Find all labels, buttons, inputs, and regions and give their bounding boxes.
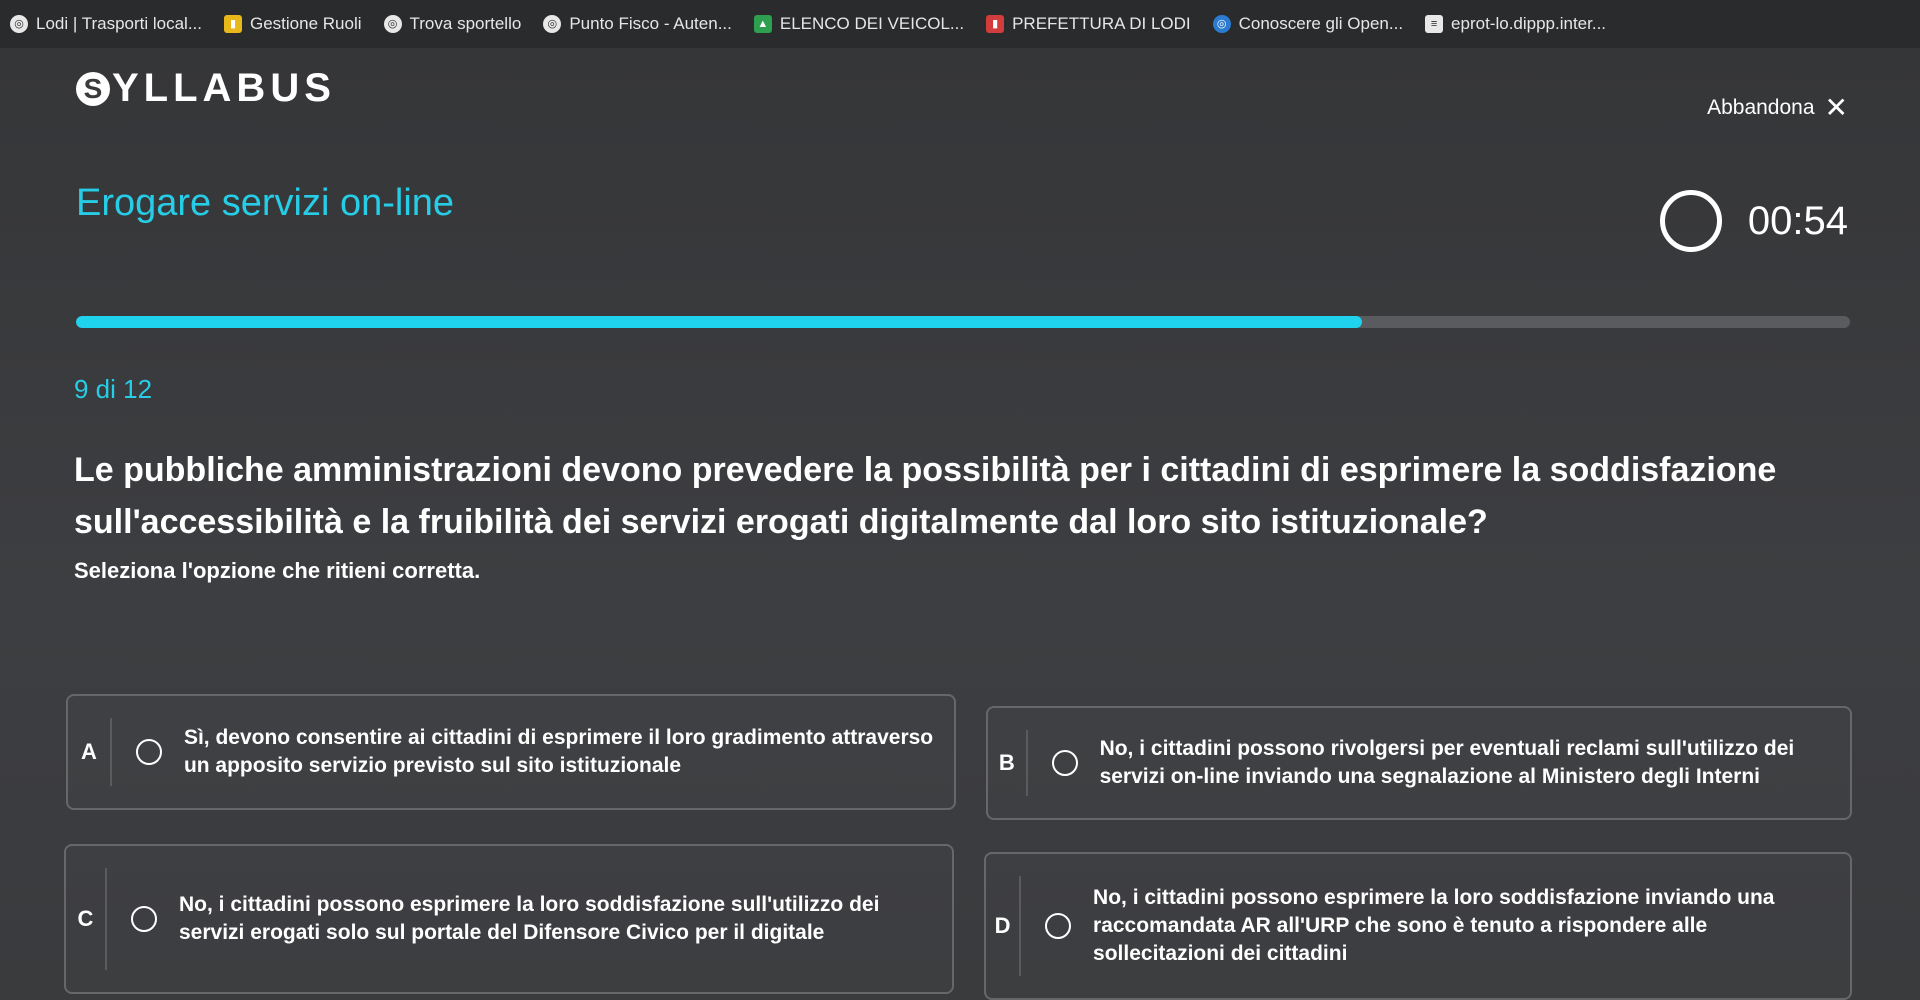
logo-initial: S <box>76 72 110 106</box>
logo-text: YLLABUS <box>112 66 336 110</box>
bookmark-label: PREFETTURA DI LODI <box>1012 14 1191 33</box>
bookmark-label: Punto Fisco - Auten... <box>569 14 732 33</box>
bookmark-conoscere-open[interactable]: ◎ Conoscere gli Open... <box>1212 14 1404 34</box>
bookmark-icon: ▮ <box>224 15 242 33</box>
quiz-app: S YLLABUS Abbandona ✕ Erogare servizi on-… <box>0 48 1920 1000</box>
radio-icon[interactable] <box>131 906 157 932</box>
syllabus-logo: S YLLABUS <box>76 66 336 111</box>
option-text: No, i cittadini possono esprimere la lor… <box>1093 886 1775 965</box>
abandon-button[interactable]: Abbandona ✕ <box>1707 92 1848 123</box>
vehicle-icon: ▲ <box>753 15 772 33</box>
option-letter: B <box>988 730 1028 796</box>
bookmark-gestione-ruoli[interactable]: ▮ Gestione Ruoli <box>224 14 362 34</box>
globe-icon: ◎ <box>1212 15 1231 33</box>
timer-value: 00:54 <box>1747 198 1848 243</box>
document-icon: ≡ <box>1425 15 1444 33</box>
bookmark-label: Gestione Ruoli <box>250 14 362 33</box>
option-c[interactable]: C No, i cittadini possono esprimere la l… <box>64 844 954 994</box>
bookmark-prefettura[interactable]: ▮ PREFETTURA DI LODI <box>986 14 1191 34</box>
progress-fill <box>76 316 1363 328</box>
abandon-label: Abbandona <box>1707 96 1815 119</box>
progress-bar <box>76 316 1850 328</box>
bookmark-trova-sportello[interactable]: ◎ Trova sportello <box>383 14 522 34</box>
radio-icon[interactable] <box>135 739 162 765</box>
globe-icon: ◎ <box>383 15 402 33</box>
globe-icon: ◎ <box>543 15 562 33</box>
option-letter: D <box>986 876 1022 976</box>
option-letter: A <box>68 718 112 786</box>
option-text: No, i cittadini possono esprimere la lor… <box>179 893 880 944</box>
option-letter: C <box>66 868 107 970</box>
question-text: Le pubbliche amministrazioni devono prev… <box>74 451 1777 541</box>
close-icon: ✕ <box>1824 92 1848 123</box>
option-d[interactable]: D No, i cittadini possono esprimere la l… <box>984 852 1852 1000</box>
question-instruction: Seleziona l'opzione che ritieni corretta… <box>74 558 481 583</box>
course-title: Erogare servizi on-line <box>76 182 455 224</box>
radio-icon[interactable] <box>1051 750 1078 776</box>
bookmark-elenco-veicoli[interactable]: ▲ ELENCO DEI VEICOL... <box>753 14 965 34</box>
bookmark-label: Lodi | Trasporti local... <box>36 14 202 33</box>
bookmark-label: ELENCO DEI VEICOL... <box>779 14 965 33</box>
bookmark-label: eprot-lo.dippp.inter... <box>1451 14 1607 33</box>
timer: 00:54 <box>1659 190 1848 252</box>
question-counter: 9 di 12 <box>74 374 153 404</box>
bookmark-punto-fisco[interactable]: ◎ Punto Fisco - Auten... <box>543 14 732 34</box>
option-text: No, i cittadini possono rivolgersi per e… <box>1099 737 1795 788</box>
option-b[interactable]: B No, i cittadini possono rivolgersi per… <box>986 706 1852 820</box>
timer-ring-icon <box>1659 190 1722 252</box>
flag-icon: ▮ <box>986 15 1005 33</box>
bookmarks-bar: ◎ Lodi | Trasporti local... ▮ Gestione R… <box>0 0 1920 48</box>
bookmark-eprot[interactable]: ≡ eprot-lo.dippp.inter... <box>1425 14 1606 34</box>
bookmark-trasporti[interactable]: ◎ Lodi | Trasporti local... <box>10 14 202 34</box>
option-text: Sì, devono consentire ai cittadini di es… <box>183 726 934 777</box>
globe-icon: ◎ <box>10 15 28 33</box>
option-a[interactable]: A Sì, devono consentire ai cittadini di … <box>66 694 956 810</box>
radio-icon[interactable] <box>1045 913 1072 939</box>
bookmark-label: Trova sportello <box>409 14 522 33</box>
bookmark-label: Conoscere gli Open... <box>1238 14 1404 33</box>
